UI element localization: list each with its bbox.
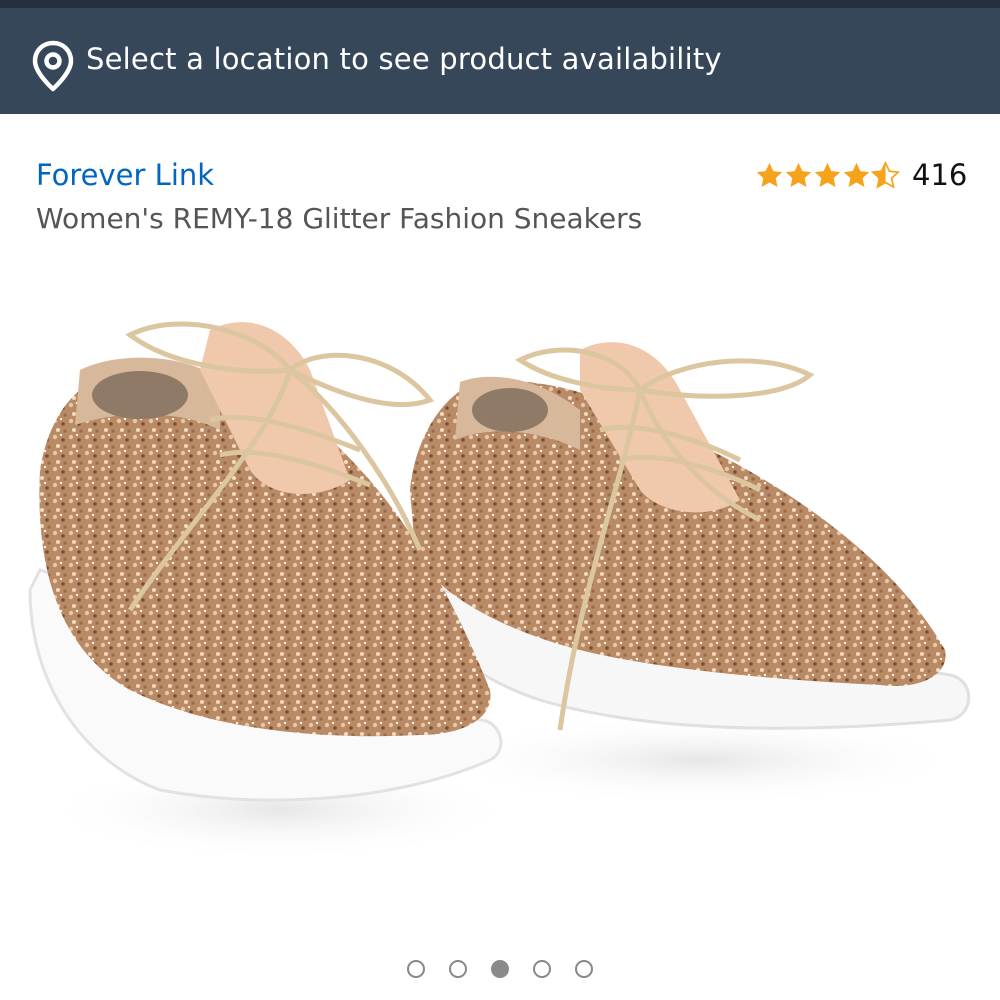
review-count: 416: [912, 158, 968, 192]
carousel-dot[interactable]: [449, 960, 467, 978]
location-bar[interactable]: Select a location to see product availab…: [0, 8, 1000, 114]
half-star-icon: [871, 160, 900, 189]
carousel-dot[interactable]: [407, 960, 425, 978]
carousel-dot[interactable]: [575, 960, 593, 978]
star-rating: [755, 160, 900, 190]
rating[interactable]: 416: [755, 158, 967, 192]
product-image[interactable]: [20, 290, 980, 890]
star-icon: [843, 162, 870, 187]
star-icon: [756, 162, 783, 187]
star-icon: [814, 162, 841, 187]
product-title: Women's REMY-18 Glitter Fashion Sneakers: [36, 202, 643, 235]
carousel-dot-active[interactable]: [491, 960, 509, 978]
top-strip: [0, 0, 1000, 8]
location-prompt: Select a location to see product availab…: [86, 42, 722, 76]
star-icon: [785, 162, 812, 187]
brand-link[interactable]: Forever Link: [36, 158, 214, 192]
carousel-indicators: [0, 960, 1000, 978]
location-pin-icon: [32, 40, 74, 92]
carousel-dot[interactable]: [533, 960, 551, 978]
